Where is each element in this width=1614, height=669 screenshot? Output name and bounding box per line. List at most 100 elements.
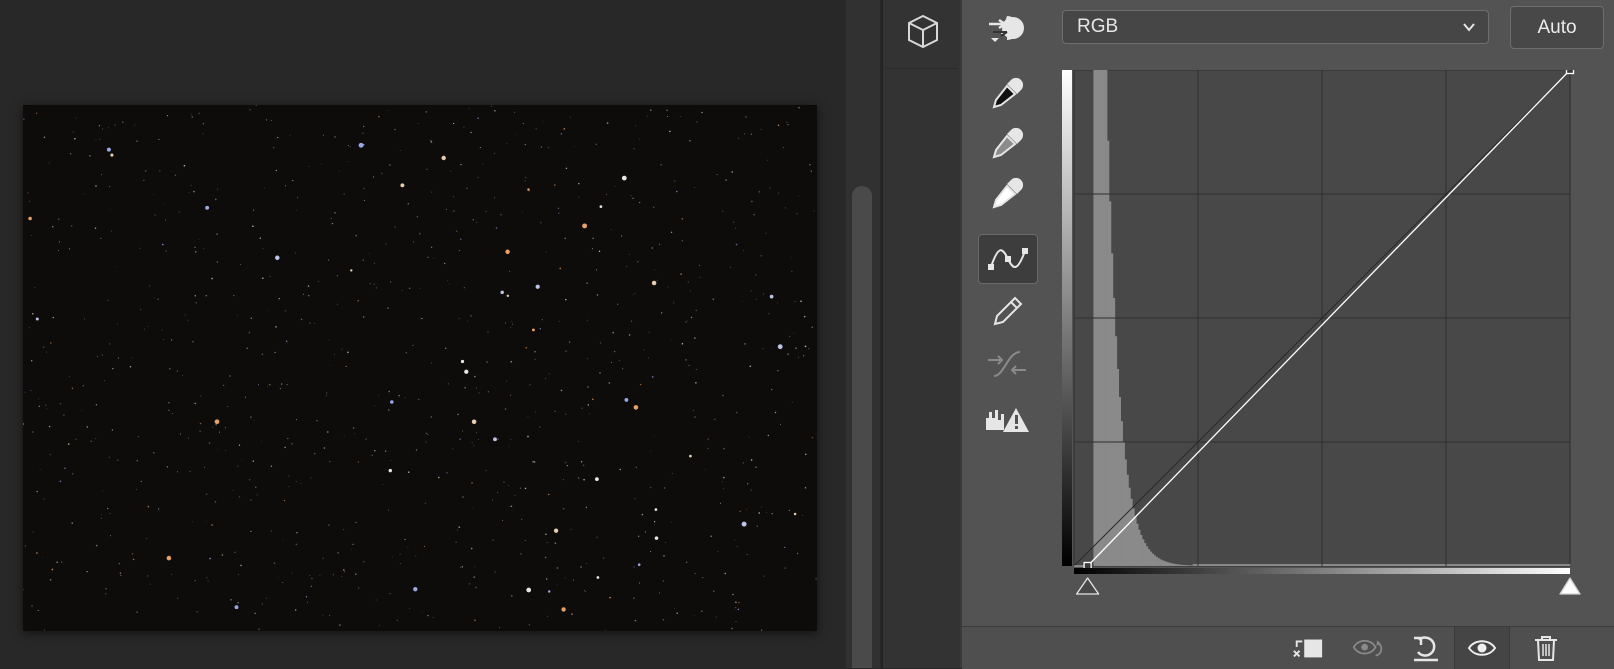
- star: [102, 491, 103, 492]
- star: [673, 302, 674, 303]
- star: [592, 248, 593, 249]
- histogram-bar: [1558, 564, 1560, 566]
- histogram-bar: [1399, 564, 1401, 566]
- star: [786, 122, 787, 123]
- star: [747, 483, 748, 484]
- gray-eyedropper-icon[interactable]: [978, 120, 1036, 168]
- star: [69, 248, 70, 249]
- curves-graph-svg[interactable]: [1062, 70, 1602, 630]
- auto-button[interactable]: Auto: [1510, 6, 1604, 49]
- star: [144, 329, 145, 330]
- histogram-bar: [1302, 564, 1304, 566]
- star: [669, 131, 671, 133]
- histogram-bar: [1152, 554, 1154, 566]
- view-previous-state-icon[interactable]: [1352, 634, 1384, 662]
- clip-to-layer-icon[interactable]: [1292, 634, 1324, 662]
- star: [203, 134, 204, 135]
- star: [772, 347, 773, 348]
- star: [166, 251, 167, 252]
- star: [689, 455, 692, 458]
- histogram-bar: [1204, 564, 1206, 566]
- star: [458, 318, 459, 319]
- star: [815, 433, 816, 434]
- star: [453, 196, 454, 197]
- star: [554, 184, 555, 185]
- star: [256, 105, 257, 106]
- trash-icon[interactable]: [1530, 634, 1562, 662]
- star: [509, 446, 510, 447]
- star: [660, 164, 662, 166]
- histogram-bar: [1358, 564, 1360, 566]
- star: [251, 318, 252, 319]
- document-canvas[interactable]: [0, 0, 846, 668]
- star: [536, 128, 537, 129]
- star: [266, 119, 267, 120]
- star: [149, 285, 150, 286]
- star: [333, 574, 334, 575]
- star: [418, 123, 419, 124]
- star: [685, 359, 686, 360]
- star: [23, 423, 24, 425]
- eye-icon[interactable]: [1454, 627, 1510, 669]
- curve-edit-icon[interactable]: [978, 234, 1038, 284]
- star: [470, 132, 471, 133]
- star: [165, 204, 166, 205]
- histogram-bar: [1294, 564, 1296, 566]
- histogram-bar: [1560, 564, 1562, 566]
- star: [87, 426, 89, 428]
- star: [650, 451, 651, 452]
- black-eyedropper-icon[interactable]: [978, 70, 1036, 118]
- star: [512, 324, 513, 325]
- reset-icon[interactable]: [1410, 634, 1442, 662]
- star: [433, 617, 434, 618]
- star: [32, 313, 34, 315]
- histogram-bar: [1127, 475, 1129, 566]
- channel-dropdown[interactable]: RGB: [1062, 10, 1489, 44]
- histogram-bar: [1165, 562, 1167, 566]
- star: [738, 609, 740, 611]
- star: [695, 573, 696, 574]
- white-eyedropper-icon[interactable]: [978, 170, 1036, 218]
- star: [488, 391, 489, 392]
- curves-graph[interactable]: [1062, 70, 1602, 630]
- scrollbar-thumb[interactable]: [852, 186, 872, 668]
- star: [258, 629, 259, 630]
- star: [216, 233, 217, 234]
- star: [587, 358, 588, 359]
- histogram-bar: [1473, 564, 1475, 566]
- star: [494, 153, 495, 154]
- targeted-adjustment-icon[interactable]: [978, 4, 1036, 52]
- histogram-bar: [1475, 564, 1477, 566]
- star: [427, 434, 428, 435]
- star: [95, 438, 96, 439]
- star: [565, 578, 566, 579]
- star: [808, 348, 809, 349]
- star: [763, 576, 764, 577]
- star: [457, 530, 458, 531]
- histogram-bar: [1374, 564, 1376, 566]
- star: [500, 214, 502, 216]
- pencil-icon[interactable]: [978, 288, 1036, 336]
- histogram-bar: [1436, 564, 1438, 566]
- star: [583, 465, 584, 466]
- star-field-image[interactable]: [23, 105, 817, 631]
- clipping-warning-icon[interactable]: [978, 396, 1036, 444]
- star: [705, 469, 706, 470]
- star: [389, 593, 390, 594]
- star: [192, 521, 193, 522]
- star: [215, 199, 217, 201]
- histogram-bar: [1331, 564, 1333, 566]
- star: [206, 577, 207, 578]
- star: [723, 448, 725, 450]
- histogram-bar: [1490, 564, 1492, 566]
- star: [586, 563, 587, 564]
- 3d-cube-icon[interactable]: [906, 14, 940, 50]
- star: [292, 180, 293, 181]
- star: [95, 227, 96, 228]
- star: [184, 165, 186, 167]
- star: [182, 375, 183, 376]
- star: [38, 610, 39, 611]
- star: [805, 454, 806, 455]
- star: [58, 219, 59, 220]
- star: [390, 282, 391, 283]
